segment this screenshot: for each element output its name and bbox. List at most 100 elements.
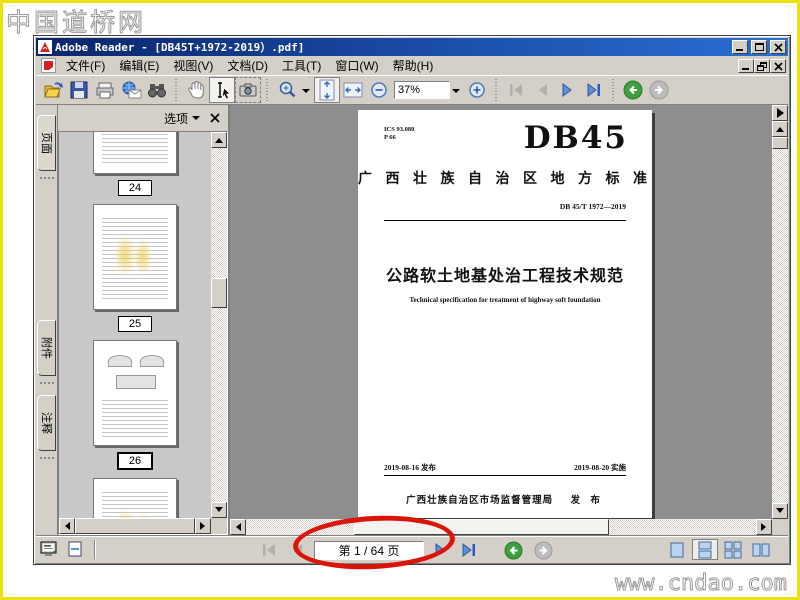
- next-page-button[interactable]: [555, 77, 581, 103]
- fit-page-icon: [319, 79, 335, 101]
- scroll-up-button[interactable]: [211, 132, 227, 148]
- standard-title: 广 西 壮 族 自 治 区 地 方 标 准: [358, 172, 652, 187]
- title-bar: Adobe Reader - [DB45T+1972-2019）.pdf]: [36, 38, 788, 56]
- go-back-button[interactable]: [502, 539, 524, 561]
- screenshot-frame: 中国道桥网 www.cndao.com Adobe Reader - [DB45…: [0, 0, 800, 600]
- thumbnail-list: 24 25 26: [59, 132, 211, 518]
- scrollbar-thumb[interactable]: [211, 278, 227, 308]
- minimize-button[interactable]: [732, 40, 748, 54]
- continuous-facing-layout-icon: [724, 541, 742, 558]
- zoom-out-button[interactable]: [366, 77, 392, 103]
- hand-tool-button[interactable]: [183, 77, 209, 103]
- minus-circle-icon: [371, 82, 387, 98]
- scroll-down-button[interactable]: [772, 503, 788, 519]
- tab-grip: [39, 382, 54, 387]
- zoom-level-field[interactable]: 37%: [394, 81, 450, 99]
- menu-view[interactable]: 视图(V): [166, 56, 220, 75]
- select-tool-button[interactable]: [209, 77, 235, 103]
- scroll-down-button[interactable]: [211, 502, 227, 518]
- right-arrow-icon: [777, 108, 784, 118]
- ics-code: ICS 93.080 P 66: [384, 126, 415, 141]
- menu-document[interactable]: 文档(D): [220, 56, 275, 75]
- page-26-label[interactable]: 26: [116, 452, 154, 470]
- open-button[interactable]: [40, 77, 66, 103]
- zoom-level-dropdown-icon[interactable]: [452, 89, 460, 97]
- tab-attachments[interactable]: 附件: [37, 320, 56, 376]
- fit-width-icon: [343, 82, 363, 98]
- save-floppy-icon: [70, 81, 88, 99]
- zoom-in-button[interactable]: [464, 77, 490, 103]
- go-back-button[interactable]: [620, 77, 646, 103]
- issuer-row: 广西壮族自治区市场监督管理局 发 布: [358, 492, 652, 506]
- toolbar-separator: [173, 79, 180, 101]
- forward-circle-icon: [649, 80, 669, 100]
- scroll-left-button[interactable]: [230, 519, 246, 535]
- navigation-tab-strip: 页面 附件 注释: [36, 105, 58, 535]
- search-button[interactable]: [144, 77, 170, 103]
- collapse-panel-button[interactable]: [772, 105, 788, 121]
- menu-file[interactable]: 文件(F): [59, 56, 112, 75]
- go-forward-button[interactable]: [532, 539, 554, 561]
- options-menu-button[interactable]: 选项: [164, 110, 200, 127]
- document-title-cn: 公路软土地基处治工程技术规范: [385, 268, 624, 285]
- last-page-button[interactable]: [458, 539, 480, 561]
- menu-window[interactable]: 窗口(W): [328, 56, 385, 75]
- snapshot-tool-button[interactable]: [235, 77, 261, 103]
- document-vertical-scrollbar[interactable]: [772, 105, 788, 519]
- tab-comments[interactable]: 注释: [37, 395, 56, 451]
- first-page-button[interactable]: [503, 77, 529, 103]
- zoom-tool-button[interactable]: [274, 77, 300, 103]
- first-page-button[interactable]: [258, 539, 280, 561]
- screen-mode-button[interactable]: [40, 541, 58, 558]
- email-button[interactable]: [118, 77, 144, 103]
- page-layout-group: [664, 539, 774, 560]
- scrollbar-thumb[interactable]: [75, 518, 195, 534]
- save-button[interactable]: [66, 77, 92, 103]
- status-separator: [94, 540, 96, 559]
- toolbar: 37%: [36, 75, 788, 105]
- printer-icon: [96, 82, 114, 99]
- tab-grip: [39, 457, 54, 462]
- maximize-button[interactable]: [751, 40, 767, 54]
- tab-pages[interactable]: 页面: [37, 115, 56, 171]
- scroll-right-button[interactable]: [756, 519, 772, 535]
- thumbnail-page-26[interactable]: [93, 340, 177, 446]
- menu-tools[interactable]: 工具(T): [275, 56, 328, 75]
- continuous-layout-icon: [698, 541, 712, 558]
- thumbnail-page-27[interactable]: [93, 478, 177, 518]
- panel-close-icon[interactable]: [210, 113, 220, 123]
- doc-minimize-button[interactable]: [738, 58, 754, 73]
- menu-edit[interactable]: 编辑(E): [112, 56, 166, 75]
- fit-width-button[interactable]: [340, 77, 366, 103]
- scroll-right-button[interactable]: [195, 518, 211, 534]
- print-button[interactable]: [92, 77, 118, 103]
- continuous-facing-layout-button[interactable]: [720, 539, 746, 560]
- doc-close-button[interactable]: [770, 58, 786, 73]
- facing-layout-button[interactable]: [748, 539, 774, 560]
- fit-page-button[interactable]: [314, 77, 340, 103]
- last-page-button[interactable]: [581, 77, 607, 103]
- page-25-label[interactable]: 25: [117, 316, 153, 332]
- last-page-icon: [462, 543, 475, 557]
- doc-restore-button[interactable]: [754, 58, 770, 73]
- zoom-tool-dropdown-icon[interactable]: [302, 89, 310, 97]
- scroll-up-button[interactable]: [772, 121, 788, 137]
- scrollbar-thumb[interactable]: [772, 137, 788, 149]
- menu-help[interactable]: 帮助(H): [386, 56, 441, 75]
- continuous-layout-button[interactable]: [692, 539, 718, 560]
- publish-label: 发 布: [570, 496, 604, 506]
- close-button[interactable]: [770, 40, 786, 54]
- thumbnail-vertical-scrollbar[interactable]: [211, 132, 227, 518]
- go-forward-button[interactable]: [646, 77, 672, 103]
- thumbnail-page-25[interactable]: [93, 204, 177, 310]
- doc-close-icon: [774, 61, 783, 71]
- page-view-button[interactable]: [66, 541, 84, 558]
- scroll-left-button[interactable]: [59, 518, 75, 534]
- single-page-layout-button[interactable]: [664, 539, 690, 560]
- previous-page-button[interactable]: [529, 77, 555, 103]
- pdf-cover-page: ICS 93.080 P 66 DB45 广 西 壮 族 自 治 区 地 方 标…: [358, 110, 652, 518]
- page-24-label[interactable]: 24: [117, 180, 153, 196]
- thumbnail-page-24[interactable]: [93, 132, 177, 174]
- thumbnail-horizontal-scrollbar[interactable]: [59, 518, 211, 534]
- window-title: Adobe Reader - [DB45T+1972-2019）.pdf]: [55, 41, 305, 54]
